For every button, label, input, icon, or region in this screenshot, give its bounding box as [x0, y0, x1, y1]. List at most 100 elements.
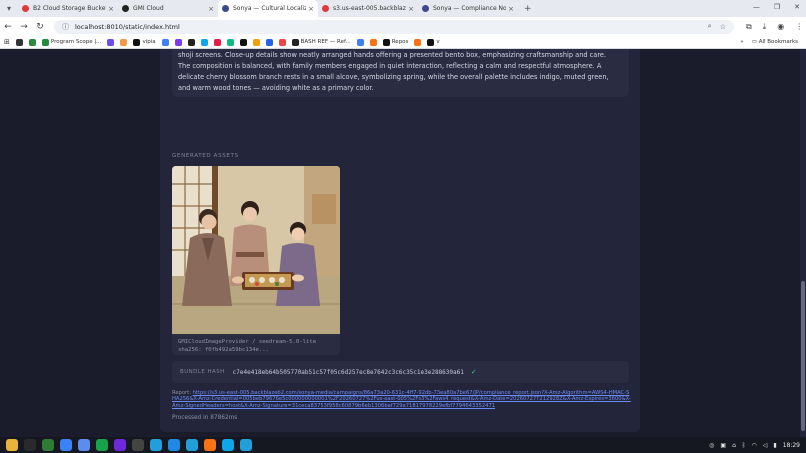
tab-close-icon[interactable]: × — [308, 5, 314, 13]
taskbar-app-icon[interactable] — [24, 439, 36, 451]
taskbar-app-icon[interactable] — [204, 439, 216, 451]
page-viewport: shoji screens. Close-up details show nea… — [0, 49, 800, 437]
browser-tab[interactable]: GMI Cloud × — [118, 0, 218, 17]
bookmark-favicon-icon — [356, 38, 364, 46]
bookmark-favicon-icon — [41, 38, 49, 46]
asset-provider: GMICloudImageProvider / seedream-5.0-lit… — [178, 339, 317, 345]
extensions-icon[interactable]: ⧉ — [746, 22, 752, 32]
taskbar-app-icon[interactable] — [132, 439, 144, 451]
taskbar-app-icon[interactable] — [114, 439, 126, 451]
taskbar-app-icon[interactable] — [60, 439, 72, 451]
tab-close-icon[interactable]: × — [208, 5, 214, 13]
menu-icon[interactable]: ⋮ — [795, 22, 803, 32]
volume-icon[interactable]: ◁ — [763, 442, 768, 449]
bookmark-item[interactable] — [252, 38, 260, 46]
bookmark-item[interactable] — [226, 38, 234, 46]
bluetooth-icon[interactable]: ᛒ — [742, 442, 746, 449]
tab-title: Sonya — Cultural Localizati — [233, 5, 307, 12]
tab-close-icon[interactable]: × — [108, 5, 114, 13]
bookmark-favicon-icon — [133, 38, 141, 46]
bookmark-item[interactable] — [356, 38, 364, 46]
tab-favicon-icon — [422, 5, 429, 12]
bookmark-favicon-icon — [369, 38, 377, 46]
bookmark-item[interactable] — [239, 38, 247, 46]
launcher-icon[interactable] — [6, 439, 18, 451]
wifi-icon[interactable]: ◠ — [752, 442, 757, 449]
zoom-icon[interactable]: ⌕ — [708, 22, 712, 31]
tab-close-icon[interactable]: × — [508, 5, 514, 13]
bookmark-item[interactable] — [414, 38, 422, 46]
all-bookmarks[interactable]: ▭ All Bookmarks — [752, 39, 798, 45]
bookmark-item[interactable] — [200, 38, 208, 46]
taskbar-app-icon[interactable] — [222, 439, 234, 451]
forward-icon[interactable]: → — [16, 22, 32, 32]
window-icon[interactable]: ▣ — [720, 442, 726, 449]
asset-card[interactable]: GMICloudImageProvider / seedream-5.0-lit… — [172, 166, 340, 355]
bookmark-item[interactable] — [120, 38, 128, 46]
bookmark-item[interactable] — [15, 38, 23, 46]
bookmark-item[interactable] — [213, 38, 221, 46]
steam-icon[interactable]: ◎ — [709, 442, 714, 449]
tab-search-icon[interactable]: ▾ — [0, 0, 18, 17]
browser-tab[interactable]: s3.us-east-005.backblazeb2× — [318, 0, 418, 17]
apps-icon[interactable]: ⊞ — [4, 38, 10, 46]
window-controls: — ❐ ✕ — [753, 3, 800, 11]
browser-tab[interactable]: B2 Cloud Storage Buckets × — [18, 0, 118, 17]
taskbar-app-icon[interactable] — [168, 439, 180, 451]
bookmark-item[interactable] — [369, 38, 377, 46]
clock[interactable]: 18:29 — [783, 442, 800, 449]
taskbar-app-icon[interactable] — [150, 439, 162, 451]
bookmark-item[interactable] — [187, 38, 195, 46]
tab-favicon-icon — [122, 5, 129, 12]
bookmark-star-icon[interactable]: ☆ — [720, 23, 726, 31]
address-bar[interactable]: ⓘ localhost:8010/static/index.html ⌕ ☆ — [54, 19, 734, 34]
processed-time: Processed in 87862ms — [172, 415, 238, 421]
close-window-icon[interactable]: ✕ — [794, 3, 800, 11]
url-text[interactable]: localhost:8010/static/index.html — [75, 23, 180, 31]
browser-tab[interactable]: Sonya — Compliance Notar× — [418, 0, 518, 17]
bookmark-label: Repos — [391, 39, 409, 45]
bookmark-favicon-icon — [28, 38, 36, 46]
site-info-icon[interactable]: ⓘ — [62, 22, 69, 32]
browser-tab[interactable]: Sonya — Cultural Localizati× — [218, 0, 318, 17]
download-icon[interactable]: ⤓ — [763, 22, 767, 32]
generated-image[interactable] — [172, 166, 340, 334]
scrollbar-thumb[interactable] — [801, 281, 805, 431]
bookmark-item[interactable] — [265, 38, 273, 46]
maximize-icon[interactable]: ❐ — [774, 3, 780, 11]
report-link[interactable]: https://s3.us-east-005.backblazeb2.com/s… — [172, 390, 631, 409]
report-line: Report: https://s3.us-east-005.backblaze… — [172, 390, 632, 409]
minimize-icon[interactable]: — — [753, 3, 760, 11]
bookmark-favicon-icon — [382, 38, 390, 46]
bookmark-item[interactable] — [161, 38, 169, 46]
bookmark-item[interactable]: BASH REF — Ref... — [291, 38, 351, 46]
more-bookmarks-icon[interactable]: » — [740, 39, 743, 45]
battery-icon[interactable]: ▮ — [773, 442, 776, 449]
bookmark-favicon-icon — [200, 38, 208, 46]
bookmark-item[interactable] — [174, 38, 182, 46]
asset-meta: GMICloudImageProvider / seedream-5.0-lit… — [178, 338, 316, 354]
tab-title: GMI Cloud — [133, 5, 164, 12]
new-tab-button[interactable]: + — [524, 4, 532, 14]
taskbar-app-icon[interactable] — [78, 439, 90, 451]
taskbar-app-icon[interactable] — [96, 439, 108, 451]
taskbar-app-icon[interactable] — [186, 439, 198, 451]
bookmark-item[interactable] — [107, 38, 115, 46]
bookmark-favicon-icon — [15, 38, 23, 46]
tab-close-icon[interactable]: × — [408, 5, 414, 13]
bookmark-favicon-icon — [278, 38, 286, 46]
taskbar-app-icon[interactable] — [240, 439, 252, 451]
bookmark-item[interactable]: v — [427, 38, 440, 46]
bookmark-item[interactable] — [278, 38, 286, 46]
profile-avatar[interactable]: ◉ — [777, 22, 784, 32]
bookmark-favicon-icon — [174, 38, 182, 46]
network-icon[interactable]: ⌂ — [732, 442, 736, 449]
reload-icon[interactable]: ↻ — [32, 22, 48, 32]
taskbar-app-icon[interactable] — [42, 439, 54, 451]
page-scrollbar[interactable] — [800, 49, 806, 437]
bookmark-item[interactable]: Repos — [382, 38, 409, 46]
bookmark-item[interactable]: vipia — [133, 38, 156, 46]
bookmark-item[interactable]: Program Scope |... — [41, 38, 101, 46]
bookmark-item[interactable] — [28, 38, 36, 46]
back-icon[interactable]: ← — [0, 22, 16, 32]
